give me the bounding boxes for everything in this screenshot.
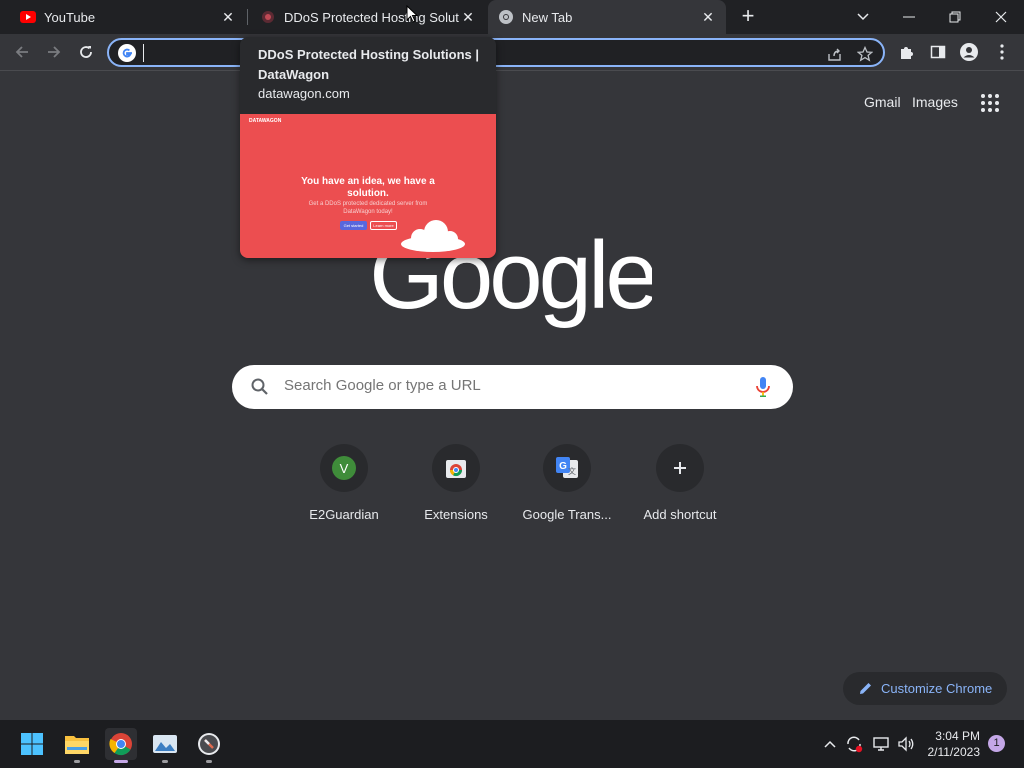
svg-text:文: 文 — [568, 466, 576, 476]
preview-primary-button: Get started — [340, 221, 367, 230]
v-avatar-icon: V — [332, 456, 356, 480]
text-caret — [143, 44, 144, 62]
new-tab-plus-icon[interactable]: + — [736, 5, 760, 29]
photos-icon[interactable] — [149, 728, 181, 760]
back-arrow-icon[interactable] — [10, 40, 34, 64]
running-indicator — [162, 760, 168, 763]
google-g-icon — [118, 44, 136, 62]
google-translate-icon: G 文 — [556, 457, 578, 478]
shortcut-google-translate[interactable]: G 文 Google Trans... — [511, 444, 623, 534]
restore-icon[interactable] — [932, 0, 978, 34]
search-input[interactable] — [284, 377, 724, 394]
taskbar: 3:04 PM 2/11/2023 1 — [0, 720, 1024, 768]
system-clock[interactable]: 3:04 PM 2/11/2023 — [910, 728, 981, 760]
hover-card-domain: datawagon.com — [258, 86, 350, 101]
mouse-cursor-icon — [406, 5, 418, 23]
reload-icon[interactable] — [74, 40, 98, 64]
hover-card-title: DDoS Protected Hosting Solutions | DataW… — [258, 47, 480, 82]
customize-chrome-button[interactable]: Customize Chrome — [843, 672, 1007, 705]
shortcut-icon-circle: V — [320, 444, 368, 492]
forward-arrow-icon[interactable] — [42, 40, 66, 64]
tab-youtube[interactable]: YouTube ✕ — [0, 0, 246, 34]
youtube-icon — [20, 9, 36, 25]
app-compass-icon[interactable] — [193, 728, 225, 760]
cloud-icon — [401, 220, 465, 252]
shortcut-label: E2Guardian — [309, 507, 379, 522]
close-tab-icon[interactable]: ✕ — [220, 9, 236, 25]
preview-subtext: Get a DDoS protected dedicated server fr… — [308, 201, 428, 215]
tab-new-tab[interactable]: New Tab ✕ — [488, 0, 726, 34]
tab-hover-card: DDoS Protected Hosting Solutions | DataW… — [240, 37, 496, 258]
chrome-taskbar-icon[interactable] — [105, 728, 137, 760]
tab-search-chevron-icon[interactable] — [840, 0, 886, 34]
clock-date: 2/11/2023 — [927, 745, 981, 759]
tab-title: New Tab — [522, 9, 573, 25]
tab-title: DDoS Protected Hosting Solutions | DataW… — [284, 9, 459, 25]
shortcut-icon-circle — [432, 444, 480, 492]
svg-text:G: G — [559, 461, 567, 472]
extensions-puzzle-icon[interactable] — [895, 41, 917, 63]
pencil-icon — [860, 683, 871, 694]
minimize-icon[interactable] — [886, 0, 932, 34]
images-link[interactable]: Images — [912, 94, 958, 110]
tab-strip: YouTube ✕ DDoS Protected Hosting Solutio… — [0, 0, 1024, 34]
clock-time: 3:04 PM — [935, 729, 980, 743]
sync-error-icon[interactable] — [844, 734, 864, 754]
shortcut-icon-circle — [656, 444, 704, 492]
preview-headline: You have an idea, we have a solution. — [301, 176, 435, 199]
chrome-webstore-icon — [446, 460, 466, 478]
file-explorer-icon[interactable] — [61, 728, 93, 760]
running-indicator — [206, 760, 212, 763]
hover-card-preview: DATAWAGON You have an idea, we have a so… — [240, 114, 496, 258]
shortcut-extensions[interactable]: Extensions — [400, 444, 512, 534]
customize-chrome-label: Customize Chrome — [881, 681, 993, 696]
notification-badge[interactable]: 1 — [988, 735, 1005, 752]
shortcut-add[interactable]: Add shortcut — [624, 444, 736, 534]
plus-icon — [674, 462, 686, 474]
search-box[interactable] — [232, 365, 793, 409]
side-panel-icon[interactable] — [927, 41, 949, 63]
search-icon — [251, 378, 268, 395]
tab-datawagon[interactable]: DDoS Protected Hosting Solutions | DataW… — [248, 0, 486, 34]
datawagon-icon — [260, 9, 276, 25]
shortcut-label: Add shortcut — [643, 507, 717, 522]
preview-secondary-button: Learn more — [370, 221, 397, 230]
windows-start-icon[interactable] — [16, 728, 48, 760]
address-bar[interactable] — [107, 38, 885, 67]
chrome-icon — [498, 9, 514, 25]
menu-kebab-icon[interactable] — [991, 41, 1013, 63]
google-apps-grid-icon[interactable] — [978, 91, 1002, 115]
tab-title: YouTube — [44, 9, 96, 25]
bookmark-star-icon[interactable] — [855, 44, 875, 64]
gmail-link[interactable]: Gmail — [864, 94, 901, 110]
shortcut-e2guardian[interactable]: V E2Guardian — [288, 444, 400, 534]
profile-icon[interactable] — [958, 41, 980, 63]
microphone-icon[interactable] — [753, 376, 773, 398]
avatar-letter: V — [340, 461, 349, 476]
shortcut-label: Google Trans... — [522, 507, 612, 522]
shortcut-label: Extensions — [424, 507, 488, 522]
preview-brand-logo: DATAWAGON — [249, 118, 282, 124]
show-hidden-icons-chevron-icon[interactable] — [820, 734, 840, 754]
network-icon[interactable] — [871, 734, 891, 754]
toolbar — [0, 34, 1024, 71]
share-icon[interactable] — [825, 44, 845, 64]
active-indicator — [114, 760, 128, 763]
close-tab-icon[interactable]: ✕ — [460, 9, 476, 25]
shortcut-icon-circle: G 文 — [543, 444, 591, 492]
close-window-icon[interactable] — [978, 0, 1024, 34]
running-indicator — [74, 760, 80, 763]
close-tab-icon[interactable]: ✕ — [700, 9, 716, 25]
